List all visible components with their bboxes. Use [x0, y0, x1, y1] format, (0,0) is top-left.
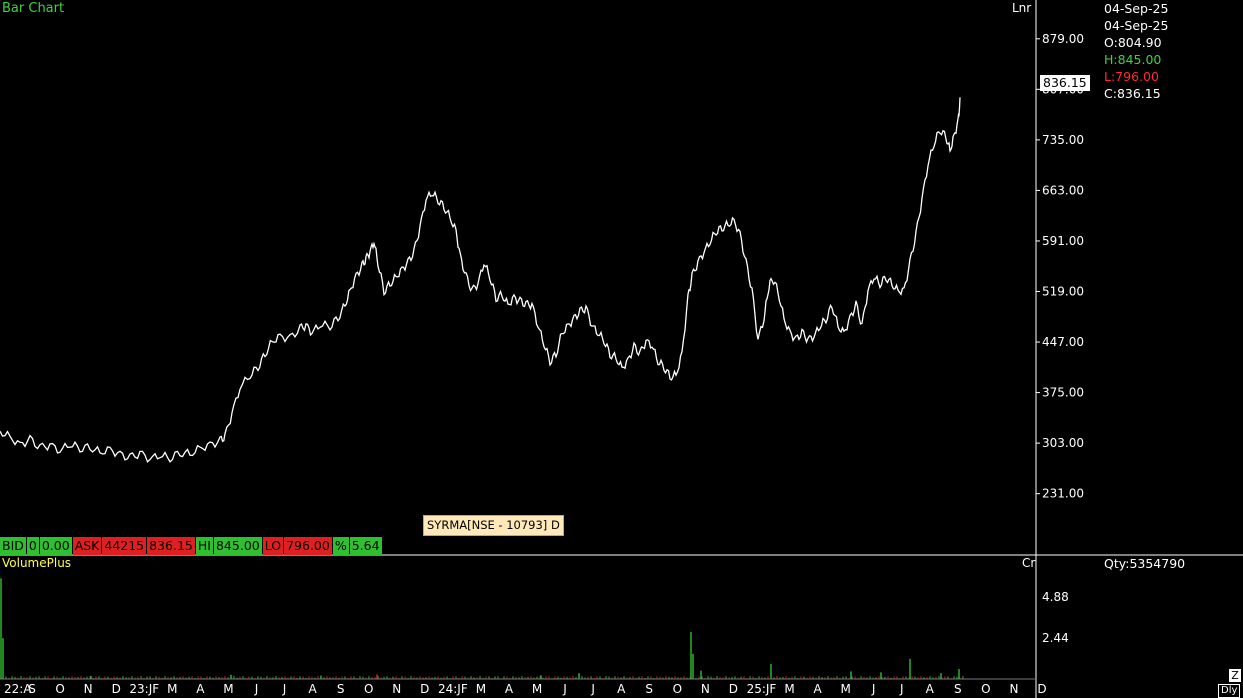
date-tick-label: M — [476, 682, 486, 696]
quote-cell: 0 — [26, 537, 39, 555]
info-date: 04-Sep-25 — [1104, 1, 1169, 16]
price-tick-label: 303.00 — [1042, 436, 1084, 450]
date-tick-label: J — [282, 682, 287, 696]
info-low: L:796.00 — [1104, 69, 1159, 84]
date-axis: 22:AS O N D 23:JF M A M J J A S O N D 24:JF M A M J J A S O N D 25… — [4, 682, 1047, 696]
price-tick-label: 231.00 — [1042, 487, 1084, 501]
price-series-line — [0, 97, 961, 463]
chart-title: Bar Chart — [2, 1, 65, 16]
quote-cell: 44215 — [102, 537, 147, 555]
price-axis: 231.00 303.00 375.00 447.00 519.00 591.00 663.… — [1036, 32, 1084, 501]
price-tick-label: 375.00 — [1042, 386, 1084, 400]
quote-cell: HI — [195, 537, 213, 555]
periodicity-button[interactable]: Dly — [1218, 684, 1241, 698]
date-tick-label: M — [840, 682, 850, 696]
info-open: O:804.90 — [1104, 35, 1162, 50]
quote-cell: ASK — [72, 537, 102, 555]
date-tick-label: M — [223, 682, 233, 696]
price-tick-label: 735.00 — [1042, 133, 1084, 147]
quote-cell: 0.00 — [39, 537, 72, 555]
date-tick-label: J — [562, 682, 567, 696]
date-tick-label: O — [981, 682, 990, 696]
quote-bar: BID 0 0.00 ASK 44215 836.15 HI 845.00 LO 796.00% 5… — [0, 537, 383, 555]
date-tick-label: N — [701, 682, 710, 696]
info-close: C:836.15 — [1104, 86, 1161, 101]
date-tick-label: J — [254, 682, 259, 696]
date-tick-label: 25:JF — [747, 682, 777, 696]
info-date-2: 04-Sep-25 — [1104, 18, 1169, 33]
date-tick-label: N — [1009, 682, 1018, 696]
date-tick-label: N — [84, 682, 93, 696]
volume-axis: 2.44 4.88 — [1042, 590, 1069, 645]
date-tick-label: S — [337, 682, 345, 696]
volume-panel-title: VolumePlus — [2, 556, 72, 570]
symbol-tooltip: SYRMA[NSE - 10793] D — [423, 515, 564, 536]
date-tick-label: S — [28, 682, 36, 696]
quote-cell: LO — [262, 537, 284, 555]
date-tick-label: D — [112, 682, 121, 696]
quote-cell: 836.15 — [147, 537, 195, 555]
date-tick-label: A — [505, 682, 514, 696]
price-tick-label: 447.00 — [1042, 335, 1084, 349]
date-tick-label: J — [899, 682, 904, 696]
price-tick-label: 879.00 — [1042, 32, 1084, 46]
quote-cell: 5.64 — [349, 537, 382, 555]
date-tick-label: N — [392, 682, 401, 696]
volume-tick-label: 4.88 — [1042, 590, 1069, 604]
volume-scale-mode[interactable]: Cr — [1022, 556, 1035, 570]
date-tick-label: O — [364, 682, 373, 696]
chart-canvas[interactable]: 231.00 303.00 375.00 447.00 519.00 591.00 663.… — [0, 0, 1243, 698]
date-tick-label: A — [308, 682, 317, 696]
price-tick-label: 519.00 — [1042, 284, 1084, 298]
date-tick-label: M — [784, 682, 794, 696]
date-tick-label: S — [954, 682, 962, 696]
date-tick-label: 24:JF — [438, 682, 468, 696]
date-tick-label: D — [729, 682, 738, 696]
date-tick-label: J — [590, 682, 595, 696]
last-price-marker: 836.15 — [1040, 75, 1090, 91]
quote-cell: % — [332, 537, 349, 555]
date-tick-label: O — [673, 682, 682, 696]
date-tick-label: D — [1037, 682, 1046, 696]
date-tick-label: A — [813, 682, 822, 696]
volume-tick-label: 2.44 — [1042, 631, 1069, 645]
date-tick-label: A — [617, 682, 626, 696]
date-tick-label: D — [420, 682, 429, 696]
date-tick-label: S — [645, 682, 653, 696]
date-tick-label: A — [926, 682, 935, 696]
date-tick-label: O — [55, 682, 64, 696]
date-tick-label: J — [871, 682, 876, 696]
zoom-button[interactable]: Z — [1229, 669, 1241, 682]
info-panel: 04-Sep-25 04-Sep-25 O:804.90 H:845.00 L:… — [1104, 0, 1168, 102]
info-high: H:845.00 — [1104, 52, 1162, 67]
scale-mode-toggle[interactable]: Lnr — [1012, 1, 1031, 15]
date-tick-label: A — [196, 682, 205, 696]
volume-bars — [0, 578, 964, 679]
volume-qty: Qty:5354790 — [1104, 556, 1186, 571]
price-tick-label: 663.00 — [1042, 183, 1084, 197]
price-tick-label: 591.00 — [1042, 234, 1084, 248]
quote-cell: 845.00 — [213, 537, 262, 555]
date-tick-label: 23:JF — [129, 682, 159, 696]
date-tick-label: M — [532, 682, 542, 696]
quote-cell: BID — [0, 537, 26, 555]
quote-cell: 796.00 — [284, 537, 332, 555]
date-tick-label: M — [167, 682, 177, 696]
